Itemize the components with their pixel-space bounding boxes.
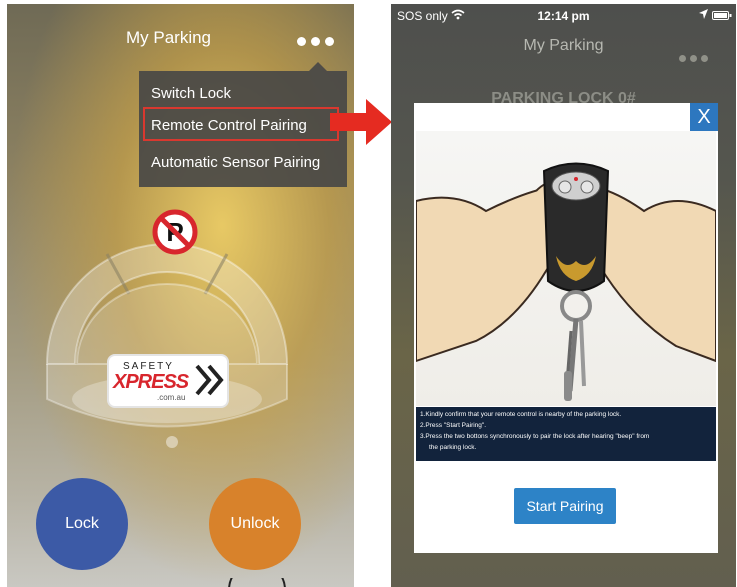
- more-dots-icon[interactable]: [297, 37, 334, 46]
- remote-control-illustration: [416, 131, 716, 406]
- instruction-line: 2.Press "Start Pairing".: [420, 422, 487, 429]
- menu-item-automatic-sensor-pairing[interactable]: Automatic Sensor Pairing: [151, 154, 320, 171]
- lock-button[interactable]: Lock: [36, 478, 128, 570]
- no-parking-icon: P: [152, 209, 198, 255]
- home-indicator-arc: [228, 578, 286, 587]
- more-dots-icon[interactable]: [679, 55, 708, 62]
- pairing-instructions: 1.Kindly confirm that your remote contro…: [416, 407, 716, 461]
- lock-base-dot: [166, 436, 178, 448]
- logo-text-xpress: XPRESS: [113, 371, 189, 393]
- pairing-modal: X 1.Kindly confirm that your remote cont…: [414, 103, 718, 553]
- instruction-line: the parking lock.: [429, 444, 477, 451]
- instruction-line: 1.Kindly confirm that your remote contro…: [420, 411, 622, 418]
- arrow-right-icon: [330, 99, 392, 145]
- start-pairing-button[interactable]: Start Pairing: [514, 488, 616, 524]
- menu-item-switch-lock[interactable]: Switch Lock: [151, 85, 231, 102]
- location-icon: [699, 9, 708, 19]
- status-time: 12:14 pm: [537, 9, 590, 23]
- left-phone-screen: My Parking Switch Lock Remote Control Pa…: [7, 4, 354, 587]
- logo-chevrons-icon: [195, 364, 224, 396]
- right-phone-screen: SOS only 12:14 pm My Parking PARKING LOC…: [391, 4, 736, 587]
- menu-item-remote-control-pairing[interactable]: Remote Control Pairing: [151, 117, 307, 134]
- page-title: My Parking: [125, 28, 212, 47]
- parking-lock-graphic: P: [45, 209, 289, 448]
- close-icon[interactable]: X: [690, 103, 718, 131]
- logo-text-domain: .com.au: [157, 393, 186, 402]
- battery-icon: [712, 11, 732, 20]
- instruction-line: 3.Press the two bottons synchronously to…: [420, 433, 650, 440]
- unlock-button[interactable]: Unlock: [209, 478, 301, 570]
- dropdown-menu: Switch Lock Remote Control Pairing Autom…: [139, 62, 347, 187]
- status-bar: SOS only 12:14 pm: [391, 4, 736, 26]
- page-title: My Parking: [523, 37, 604, 54]
- safety-xpress-logo: SAFETY XPRESS .com.au: [109, 356, 227, 406]
